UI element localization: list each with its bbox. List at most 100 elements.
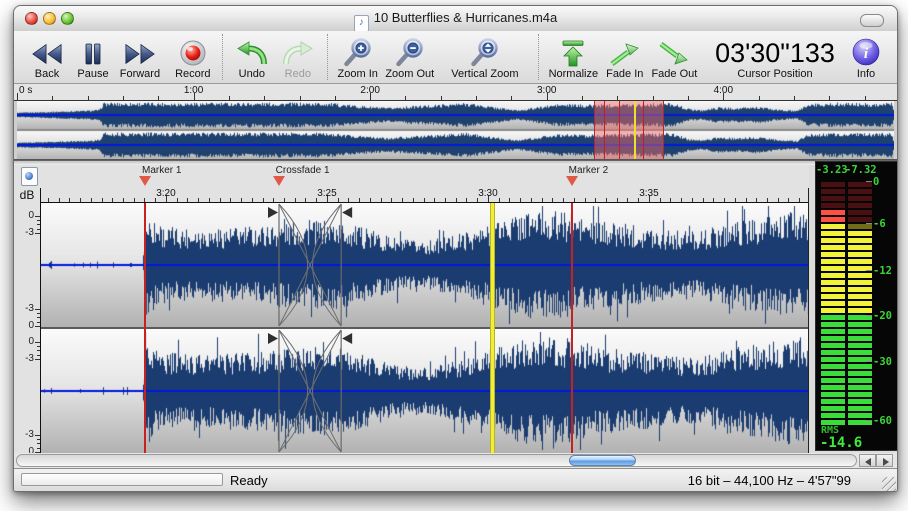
overview-waveform[interactable] [14, 101, 897, 160]
record-icon [179, 39, 207, 67]
scrollbar-thumb[interactable] [569, 455, 636, 466]
horizontal-scrollbar[interactable] [14, 453, 897, 468]
crossfade-marker-icon[interactable] [273, 176, 285, 186]
cursor-position-value: 03'30"133 [715, 38, 835, 68]
meter-segment-right [848, 210, 872, 215]
meter-scale-label: -12 [873, 265, 898, 277]
ruler-tick [692, 198, 693, 202]
toolbar-separator [327, 34, 328, 80]
crossfade-left-handle-icon[interactable] [268, 207, 278, 218]
meter-segment-left [821, 357, 845, 362]
meter-scale-label: -60 [873, 415, 898, 427]
ruler-tick [756, 198, 757, 202]
channel-2-waveform[interactable] [41, 329, 809, 453]
meter-segment-right [848, 287, 872, 292]
ruler-tick [799, 198, 800, 202]
ruler-label: 0 s [19, 85, 32, 96]
meter-segment-right [848, 231, 872, 236]
meter-segment-left [821, 301, 845, 306]
ruler-tick [441, 96, 442, 100]
zoom-in-button[interactable]: Zoom In [334, 37, 382, 80]
ruler-tick [794, 96, 795, 100]
overview-playhead[interactable] [634, 101, 636, 159]
channel-1-waveform[interactable] [41, 203, 809, 327]
ruler-tick [348, 198, 349, 202]
meter-segment-left [821, 196, 845, 201]
meter-segment-right [848, 245, 872, 250]
playhead-cursor[interactable] [490, 203, 495, 453]
scrollbar-track[interactable] [16, 454, 857, 467]
fade-out-label: Fade Out [651, 68, 697, 80]
ruler-tick [264, 96, 265, 100]
meter-segment-left [821, 189, 845, 194]
fade-out-button[interactable]: Fade Out [648, 41, 701, 80]
crossfade-left-handle-icon[interactable] [268, 333, 278, 344]
waveform-channels[interactable] [41, 203, 809, 453]
crossfade-right-handle-icon[interactable] [342, 333, 352, 344]
back-button[interactable]: Back [24, 41, 70, 80]
pause-button[interactable]: Pause [70, 41, 116, 80]
vertical-zoom-button[interactable]: Vertical Zoom [438, 37, 532, 80]
scroll-left-button[interactable] [859, 454, 876, 467]
undo-button[interactable]: Undo [229, 41, 275, 80]
overview-selection-region[interactable] [594, 101, 664, 159]
ruler-tick [413, 198, 414, 202]
meter-scale-tick [866, 315, 872, 316]
ruler-tick [391, 198, 392, 202]
meter-segment-right [848, 294, 872, 299]
db-unit-label: dB [16, 188, 38, 203]
db-scale-minor-tick [37, 355, 40, 356]
ruler-tick [187, 198, 188, 202]
meter-segment-right [848, 182, 872, 187]
forward-button[interactable]: Forward [116, 41, 164, 80]
meter-segment-right [848, 189, 872, 194]
zoom-out-button[interactable]: Zoom Out [382, 37, 438, 80]
meter-scale-tick [866, 223, 872, 224]
info-button[interactable]: i Info [843, 37, 889, 80]
audio-document-icon[interactable] [21, 167, 38, 186]
crossfade-region[interactable] [267, 203, 353, 327]
crossfade-right-handle-icon[interactable] [342, 207, 352, 218]
marker-icon[interactable] [566, 176, 578, 186]
ruler-tick [434, 198, 435, 202]
db-scale-minor-tick [37, 322, 40, 323]
editor-time-ruler[interactable]: 3:203:253:303:35 [41, 188, 809, 203]
db-scale-tick [35, 435, 40, 436]
meter-segment-left [821, 252, 845, 257]
marker-label: Marker 1 [142, 165, 181, 176]
db-scale-minor-tick [37, 229, 40, 230]
ruler-tick [80, 198, 81, 202]
toolbar-pill-button[interactable] [860, 14, 884, 27]
meter-segment-right [848, 329, 872, 334]
left-arrow-icon [865, 458, 871, 466]
overview-ruler[interactable]: 0 s1:002:003:004:00 [14, 84, 897, 101]
crossfade-region[interactable] [267, 329, 353, 453]
ruler-tick [520, 198, 521, 202]
meter-segment-left [821, 273, 845, 278]
meter-segment-right [848, 308, 872, 313]
ruler-tick [617, 198, 618, 202]
fade-in-button[interactable]: Fade In [602, 41, 648, 80]
overview-waveform-canvas[interactable] [17, 101, 894, 159]
resize-grip[interactable] [882, 477, 896, 491]
meter-segment-right [848, 280, 872, 285]
info-label: Info [857, 68, 875, 80]
normalize-button[interactable]: Normalize [545, 39, 602, 80]
meter-segment-left [821, 238, 845, 243]
ruler-tick [788, 198, 789, 202]
meter-scale-tick [866, 270, 872, 271]
markers-bar[interactable]: Marker 1Crossfade 1Marker 2 [14, 165, 809, 188]
title-bar[interactable]: ♪10 Butterflies & Hurricanes.m4a [14, 6, 897, 32]
undo-icon [237, 41, 267, 67]
db-scale-label: -3 [16, 303, 34, 314]
record-label: Record [175, 68, 210, 80]
marker-icon[interactable] [139, 176, 151, 186]
ruler-tick [746, 198, 747, 202]
scroll-right-button[interactable] [876, 454, 893, 467]
ruler-label: 4:00 [705, 85, 741, 96]
record-button[interactable]: Record [170, 39, 216, 80]
meter-segment-left [821, 231, 845, 236]
db-scale-minor-tick [37, 350, 40, 351]
meter-segment-left [821, 259, 845, 264]
ruler-label: 3:25 [307, 188, 347, 199]
